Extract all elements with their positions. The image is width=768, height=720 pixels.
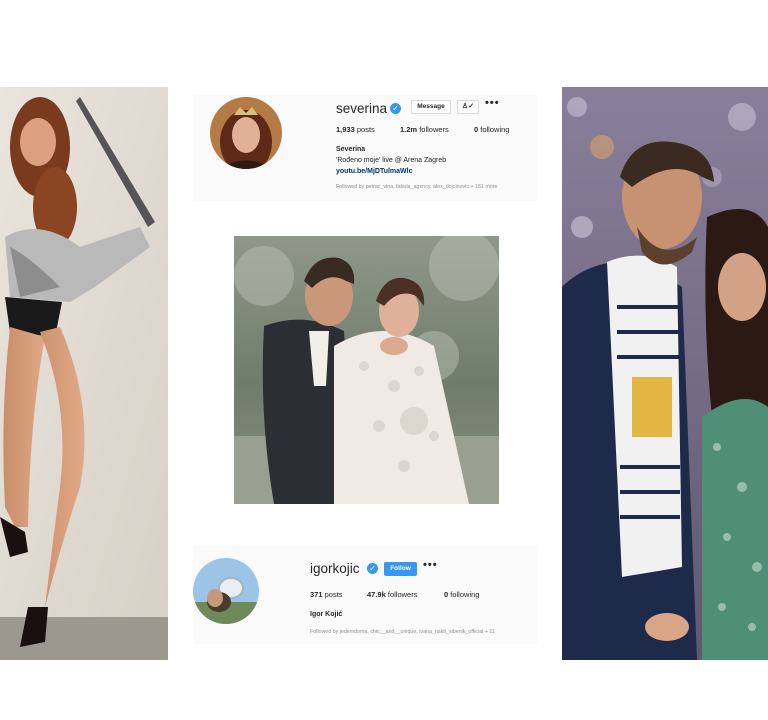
followers-stat[interactable]: 1.2m followers (400, 125, 449, 134)
left-photo-woman-silver-jacket (0, 87, 168, 660)
followers-count: 47.9k (367, 590, 386, 599)
person-check-icon[interactable]: ♙✓ (457, 100, 479, 114)
severina-avatar[interactable] (210, 97, 282, 169)
followers-stat[interactable]: 47.9k followers (367, 590, 417, 599)
followed-by-text[interactable]: Followed by jedemdoma, chic__and__unique… (310, 629, 495, 635)
igorkojic-profile-header: igorkojic ✓ Follow ••• 371 posts 47.9k f… (193, 546, 537, 644)
following-count: 0 (444, 590, 449, 599)
following-stat[interactable]: 0 following (444, 590, 479, 599)
more-dots-icon[interactable]: ••• (485, 97, 500, 109)
right-photo-couple (562, 87, 768, 660)
igorkojic-username[interactable]: igorkojic (310, 561, 360, 576)
severina-username[interactable]: severina (336, 101, 387, 116)
wedding-photo (234, 236, 499, 504)
following-label: following (450, 590, 480, 599)
severina-bio-link[interactable]: youtu.be/MjDTulmaWlc (336, 168, 412, 175)
igorkojic-full-name: Igor Kojić (310, 611, 343, 618)
followed-by-text[interactable]: Followed by petrac_vina, fabula_agency, … (336, 184, 497, 190)
posts-label: posts (324, 590, 343, 599)
severina-full-name: Severina (336, 146, 366, 153)
posts-stat[interactable]: 371 posts (310, 590, 343, 599)
followers-label: followers (419, 125, 449, 134)
following-stat[interactable]: 0 following (474, 125, 509, 134)
posts-label: posts (356, 125, 375, 134)
posts-stat[interactable]: 1,933 posts (336, 125, 375, 134)
igorkojic-avatar[interactable] (193, 558, 259, 624)
severina-bio: 'Rođeno moje' live @ Arena Zagreb (336, 157, 447, 164)
followers-label: followers (387, 590, 418, 599)
posts-count: 1,933 (336, 125, 355, 134)
severina-profile-header: severina ✓ Message ♙✓ ••• 1,933 posts 1.… (193, 95, 537, 201)
posts-count: 371 (310, 590, 323, 599)
following-label: following (480, 125, 510, 134)
more-dots-icon[interactable]: ••• (423, 559, 438, 571)
message-button[interactable]: Message (411, 100, 451, 114)
following-count: 0 (474, 125, 479, 134)
verified-badge-icon: ✓ (367, 563, 378, 574)
verified-badge-icon: ✓ (390, 103, 401, 114)
followers-count: 1.2m (400, 125, 418, 134)
follow-button[interactable]: Follow (384, 562, 417, 576)
